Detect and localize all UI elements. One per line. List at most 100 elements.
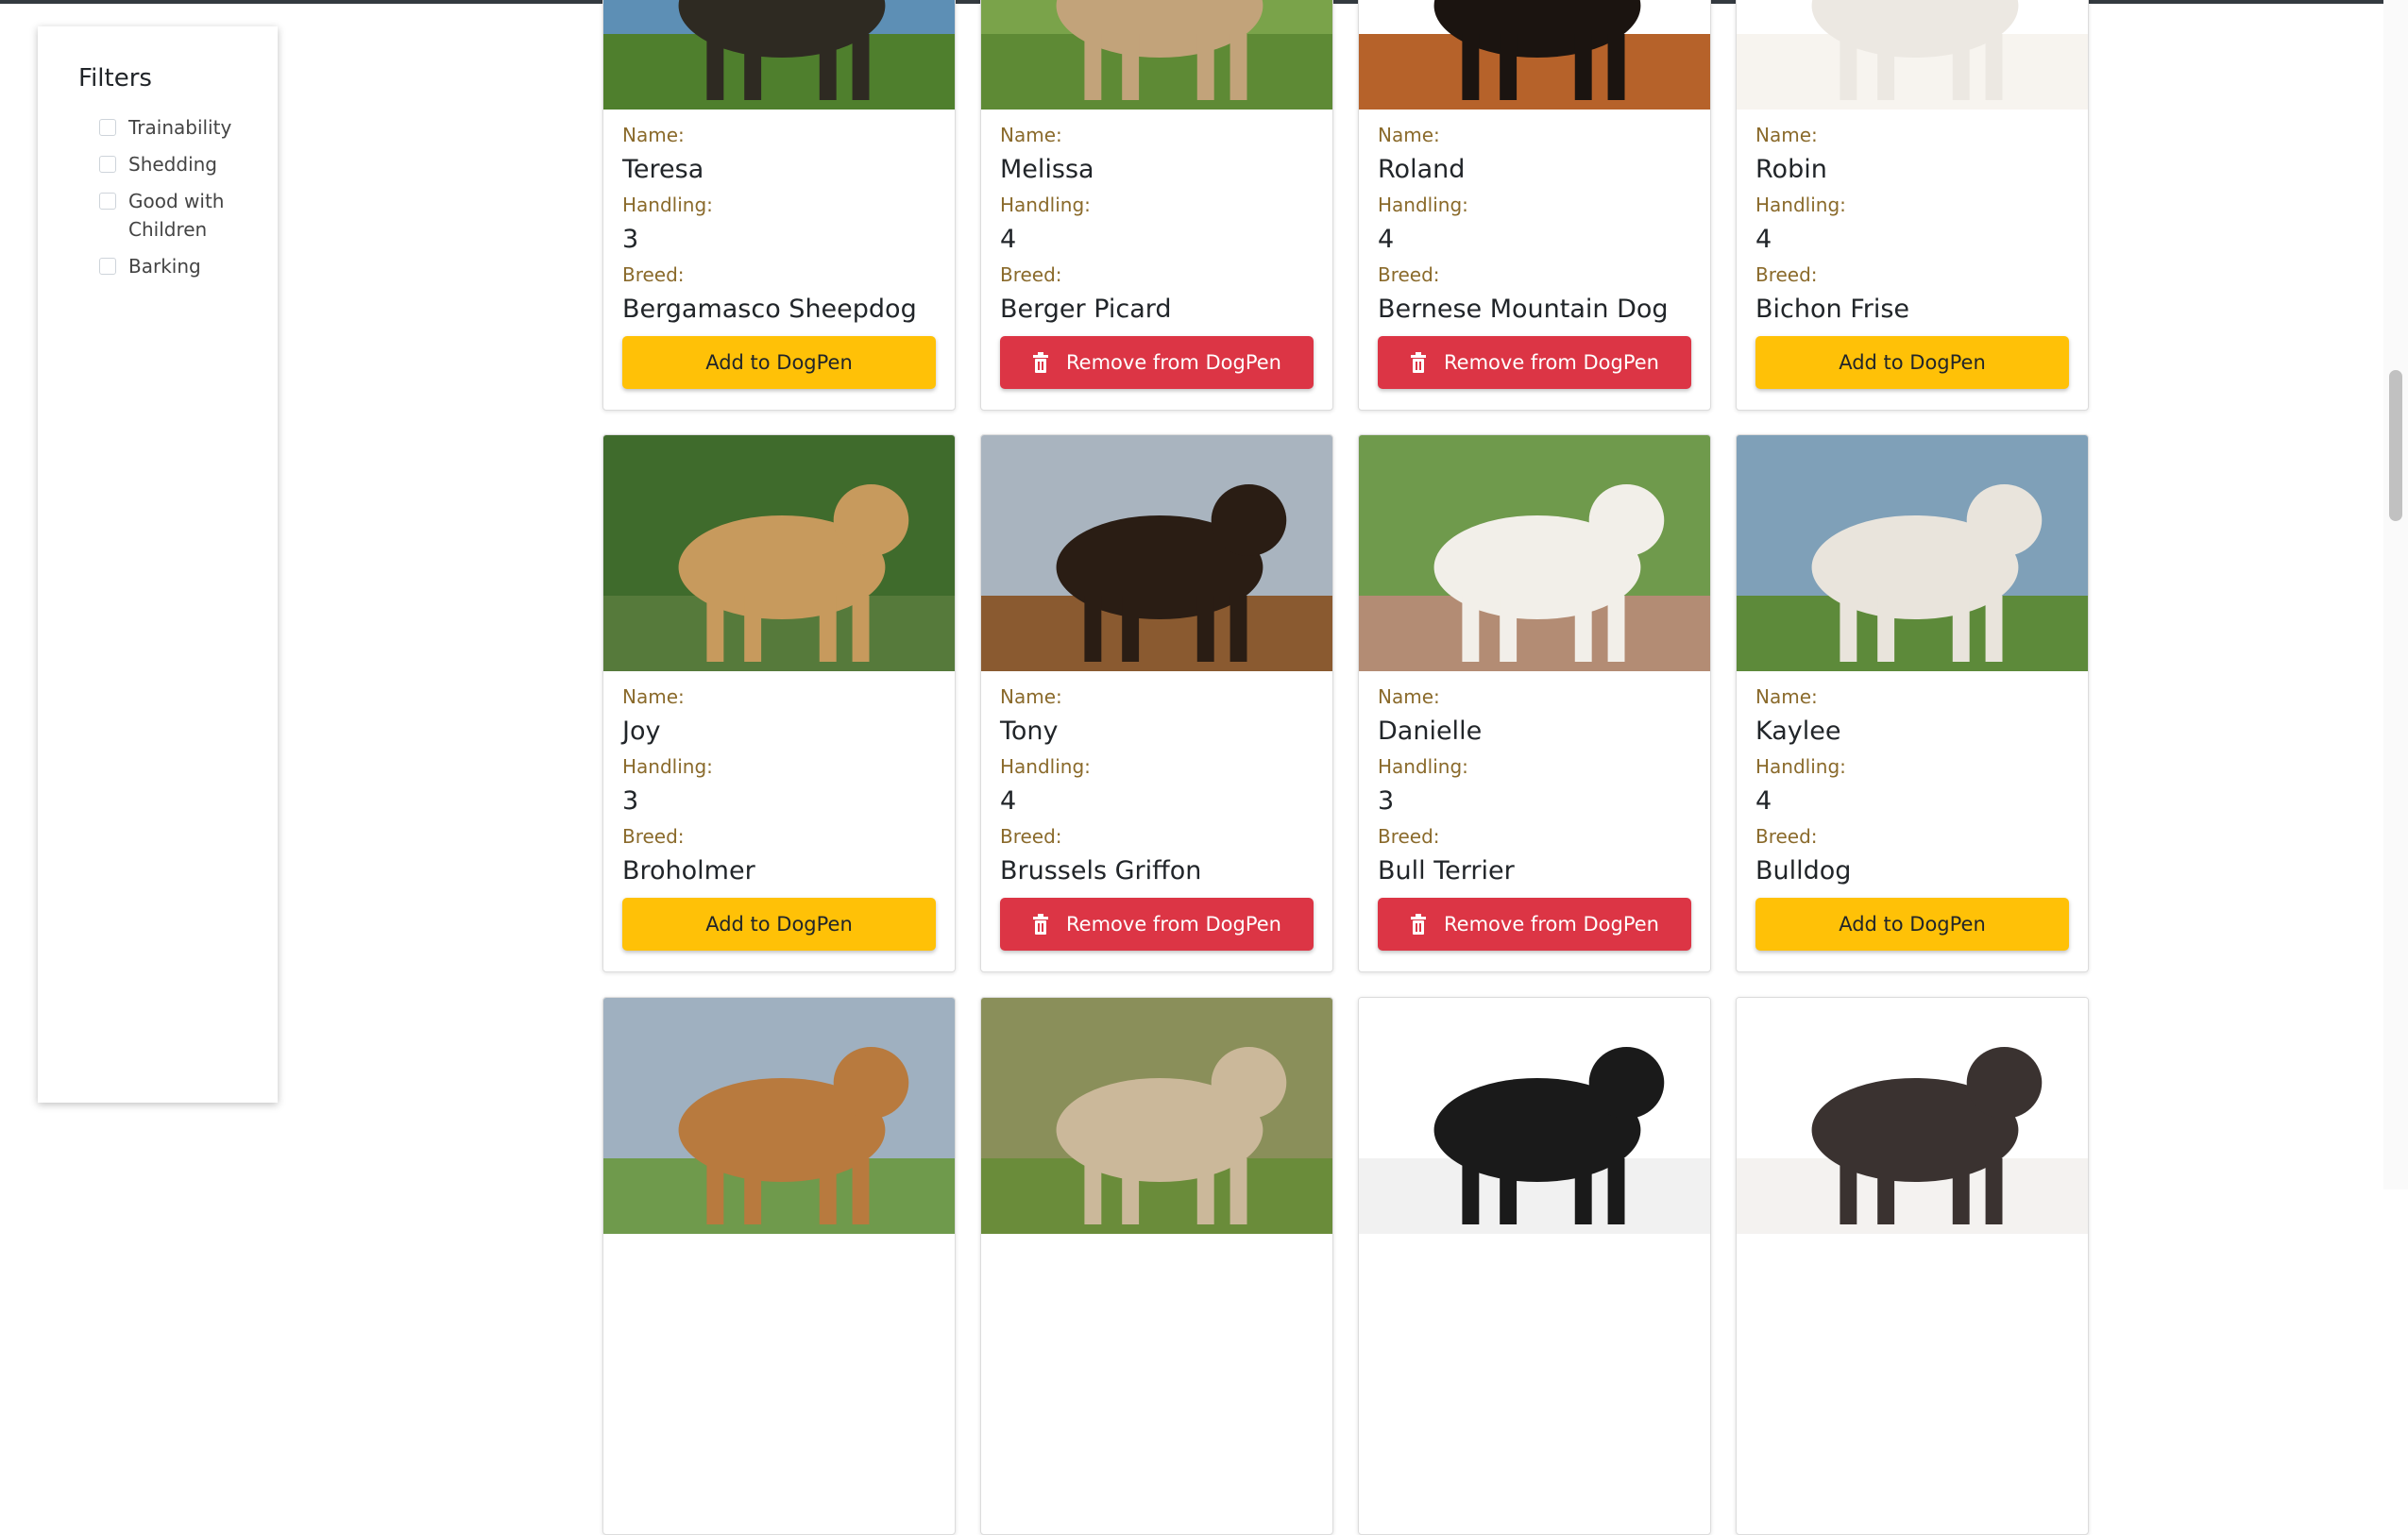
dog-info: Name: Tony Handling: 4 Breed: Brussels G… [1000,683,1314,892]
handling-label: Handling: [1378,194,1468,216]
dog-info: Name: Melissa Handling: 4 Breed: Berger … [1000,121,1314,330]
dog-name: Tony [1000,717,1059,746]
add-to-dogpen-button[interactable]: Add to DogPen [1755,898,2069,951]
handling-label: Handling: [1755,194,1846,216]
name-label: Name: [1755,685,1818,708]
trash-icon [1411,352,1427,373]
button-label: Add to DogPen [705,913,853,936]
remove-from-dogpen-button[interactable]: Remove from DogPen [1000,898,1314,951]
dog-card: Name: Teresa Handling: 3 Breed: Bergamas… [602,0,956,411]
dog-breed: Broholmer [622,856,755,886]
dog-name: Kaylee [1755,717,1841,746]
handling-label: Handling: [1378,755,1468,778]
dog-handling: 3 [622,786,639,816]
dog-photo [603,0,955,110]
name-label: Name: [1378,685,1440,708]
dog-card [980,997,1333,1535]
dog-name: Melissa [1000,155,1094,184]
dog-name: Danielle [1378,717,1483,746]
filter-checkbox[interactable] [99,156,116,173]
dog-breed: Berger Picard [1000,295,1172,324]
dog-handling: 3 [622,225,639,254]
filter-checkbox[interactable] [99,193,116,210]
filter-good-with-children[interactable]: Good with Children [78,187,278,244]
dog-info: Name: Teresa Handling: 3 Breed: Bergamas… [622,121,936,330]
breed-label: Breed: [1000,825,1062,848]
dog-card: Name: Joy Handling: 3 Breed: Broholmer Ad… [602,434,956,972]
breed-label: Breed: [1000,263,1062,286]
scrollbar-thumb[interactable] [2389,370,2402,521]
name-label: Name: [1000,685,1062,708]
dog-card: Name: Tony Handling: 4 Breed: Brussels G… [980,434,1333,972]
dog-photo [1737,0,2088,110]
dog-photo [1359,0,1710,110]
button-label: Remove from DogPen [1066,351,1281,374]
filter-label: Barking [128,255,201,278]
trash-icon [1411,914,1427,935]
filters-panel: Filters Trainability Shedding Good with … [38,26,278,1103]
add-to-dogpen-button[interactable]: Add to DogPen [622,898,936,951]
dog-photo [981,435,1332,671]
dog-card [1358,997,1711,1535]
name-label: Name: [1000,124,1062,146]
remove-from-dogpen-button[interactable]: Remove from DogPen [1378,336,1691,389]
dog-photo [603,998,955,1234]
breed-label: Breed: [622,825,685,848]
breed-label: Breed: [1755,263,1818,286]
button-label: Remove from DogPen [1066,913,1281,936]
dog-handling: 4 [1755,786,1772,816]
filter-shedding[interactable]: Shedding [78,150,278,178]
dog-breed: Bergamasco Sheepdog [622,295,917,324]
name-label: Name: [622,685,685,708]
dog-photo [1737,435,2088,671]
filter-checkbox[interactable] [99,258,116,275]
button-label: Add to DogPen [1839,913,1986,936]
dog-handling: 4 [1755,225,1772,254]
dog-handling: 4 [1000,225,1017,254]
breed-label: Breed: [622,263,685,286]
name-label: Name: [622,124,685,146]
scrollbar-track[interactable] [2383,0,2408,1189]
dog-card [602,997,956,1535]
dog-card: Name: Melissa Handling: 4 Breed: Berger … [980,0,1333,411]
dog-info: Name: Kaylee Handling: 4 Breed: Bulldog [1755,683,2069,892]
handling-label: Handling: [622,755,713,778]
dog-photo [981,998,1332,1234]
button-label: Remove from DogPen [1444,351,1659,374]
filter-trainability[interactable]: Trainability [78,113,278,142]
button-label: Add to DogPen [705,351,853,374]
dog-card: Name: Roland Handling: 4 Breed: Bernese … [1358,0,1711,411]
dog-handling: 4 [1378,225,1395,254]
filter-label: Shedding [128,153,217,176]
remove-from-dogpen-button[interactable]: Remove from DogPen [1378,898,1691,951]
filter-barking[interactable]: Barking [78,252,278,280]
filter-label: Good with Children [128,190,225,241]
dog-breed: Bull Terrier [1378,856,1515,886]
dog-breed: Bulldog [1755,856,1852,886]
dog-photo [1359,998,1710,1234]
dog-breed: Brussels Griffon [1000,856,1202,886]
dog-handling: 4 [1000,786,1017,816]
trash-icon [1033,352,1049,373]
filters-title: Filters [78,64,152,93]
add-to-dogpen-button[interactable]: Add to DogPen [622,336,936,389]
remove-from-dogpen-button[interactable]: Remove from DogPen [1000,336,1314,389]
button-label: Add to DogPen [1839,351,1986,374]
filter-label: Trainability [128,116,232,139]
breed-label: Breed: [1378,263,1440,286]
breed-label: Breed: [1378,825,1440,848]
add-to-dogpen-button[interactable]: Add to DogPen [1755,336,2069,389]
handling-label: Handling: [622,194,713,216]
dog-info: Name: Robin Handling: 4 Breed: Bichon Fr… [1755,121,2069,330]
dog-info: Name: Joy Handling: 3 Breed: Broholmer [622,683,936,892]
breed-label: Breed: [1755,825,1818,848]
handling-label: Handling: [1000,755,1091,778]
name-label: Name: [1378,124,1440,146]
filter-checkbox[interactable] [99,119,116,136]
dog-card: Name: Kaylee Handling: 4 Breed: Bulldog A… [1736,434,2089,972]
dog-name: Teresa [622,155,704,184]
dog-photo [981,0,1332,110]
dog-photo [1737,998,2088,1234]
dog-breed: Bernese Mountain Dog [1378,295,1669,324]
trash-icon [1033,914,1049,935]
